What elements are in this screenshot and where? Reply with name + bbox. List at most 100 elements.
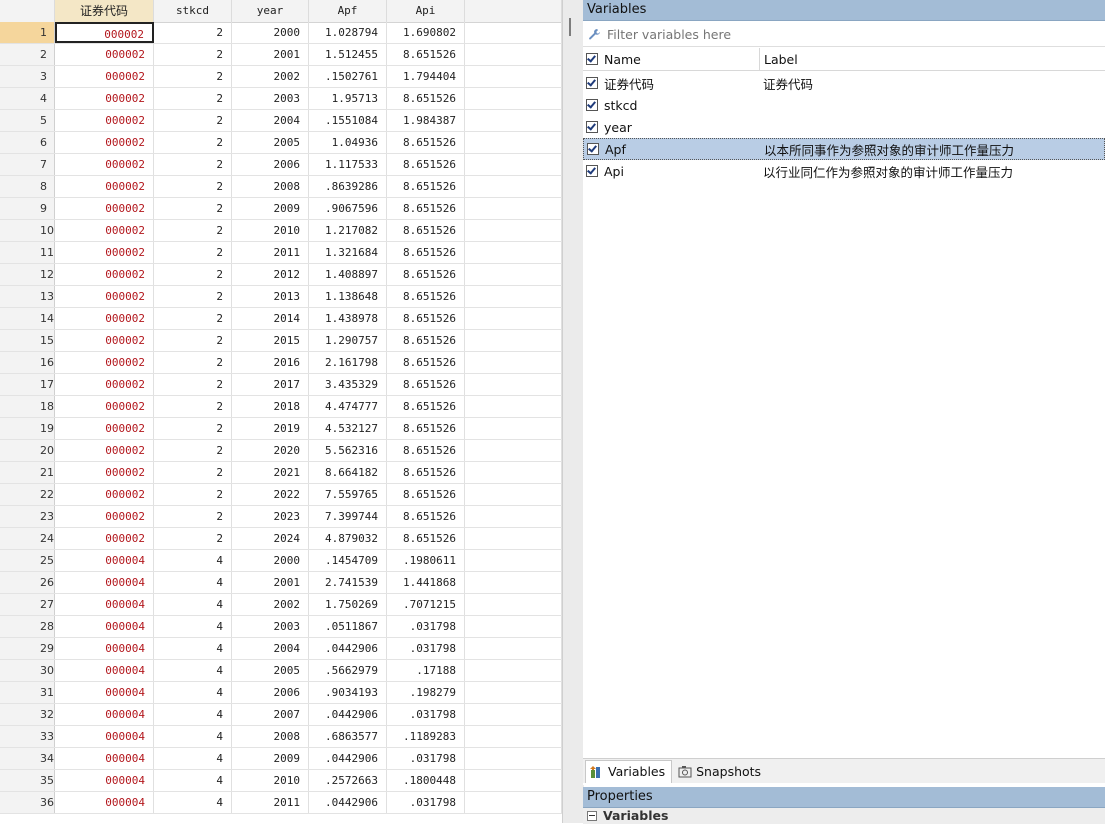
cell-year[interactable]: 2023 (232, 506, 309, 527)
cell-api[interactable]: 8.651526 (387, 418, 465, 439)
cell-stkcd[interactable]: 4 (154, 682, 232, 703)
cell-code[interactable]: 000002 (55, 176, 154, 197)
cell-empty[interactable] (465, 616, 562, 637)
cell-code[interactable]: 000002 (55, 242, 154, 263)
cell-empty[interactable] (465, 550, 562, 571)
cell-empty[interactable] (465, 176, 562, 197)
cell-empty[interactable] (465, 132, 562, 153)
cell-code[interactable]: 000002 (55, 484, 154, 505)
check-all-checkbox[interactable] (586, 53, 598, 65)
name-column-header[interactable]: Name (583, 48, 760, 70)
cell-api[interactable]: 8.651526 (387, 132, 465, 153)
splitter-grip[interactable] (569, 18, 571, 36)
cell-year[interactable]: 2014 (232, 308, 309, 329)
cell-api[interactable]: 8.651526 (387, 330, 465, 351)
grid-body[interactable]: 1 000002 2 2000 1.028794 1.690802 2 000002 2 2001… (0, 22, 562, 814)
variable-name-cell[interactable]: Api (583, 164, 759, 179)
cell-apf[interactable]: 7.399744 (309, 506, 387, 527)
cell-stkcd[interactable]: 2 (154, 154, 232, 175)
cell-api[interactable]: 1.794404 (387, 66, 465, 87)
cell-empty[interactable] (465, 418, 562, 439)
cell-empty[interactable] (465, 506, 562, 527)
cell-stkcd[interactable]: 2 (154, 308, 232, 329)
properties-section-variables[interactable]: Variables (583, 808, 1105, 824)
table-row[interactable]: 26 000004 4 2001 2.741539 1.441868 (0, 572, 562, 594)
cell-stkcd[interactable]: 4 (154, 748, 232, 769)
cell-stkcd[interactable]: 2 (154, 220, 232, 241)
cell-apf[interactable]: 1.217082 (309, 220, 387, 241)
table-row[interactable]: 2 000002 2 2001 1.512455 8.651526 (0, 44, 562, 66)
table-row[interactable]: 6 000002 2 2005 1.04936 8.651526 (0, 132, 562, 154)
cell-stkcd[interactable]: 4 (154, 594, 232, 615)
cell-apf[interactable]: 1.028794 (309, 22, 387, 43)
cell-apf[interactable]: 4.879032 (309, 528, 387, 549)
cell-year[interactable]: 2004 (232, 110, 309, 131)
cell-apf[interactable]: .2572663 (309, 770, 387, 791)
cell-year[interactable]: 2015 (232, 330, 309, 351)
cell-apf[interactable]: .1551084 (309, 110, 387, 131)
cell-api[interactable]: 1.984387 (387, 110, 465, 131)
variable-name-cell[interactable]: year (583, 120, 759, 135)
cell-code[interactable]: 000002 (55, 308, 154, 329)
cell-stkcd[interactable]: 4 (154, 704, 232, 725)
table-row[interactable]: 27 000004 4 2002 1.750269.7071215 (0, 594, 562, 616)
cell-empty[interactable] (465, 704, 562, 725)
variable-checkbox[interactable] (586, 99, 598, 111)
cell-year[interactable]: 2006 (232, 154, 309, 175)
cell-empty[interactable] (465, 770, 562, 791)
cell-api[interactable]: .031798 (387, 638, 465, 659)
cell-stkcd[interactable]: 4 (154, 638, 232, 659)
cell-stkcd[interactable]: 2 (154, 88, 232, 109)
cell-year[interactable]: 2005 (232, 132, 309, 153)
cell-apf[interactable]: 1.290757 (309, 330, 387, 351)
cell-apf[interactable]: 1.408897 (309, 264, 387, 285)
collapse-icon[interactable] (587, 811, 597, 821)
table-row[interactable]: 25 000004 4 2000.1454709.1980611 (0, 550, 562, 572)
cell-year[interactable]: 2022 (232, 484, 309, 505)
cell-stkcd[interactable]: 2 (154, 462, 232, 483)
cell-code[interactable]: 000002 (55, 22, 154, 43)
table-row[interactable]: 9 000002 2 2009.9067596 8.651526 (0, 198, 562, 220)
cell-code[interactable]: 000002 (55, 66, 154, 87)
cell-api[interactable]: 8.651526 (387, 352, 465, 373)
cell-empty[interactable] (465, 110, 562, 131)
cell-apf[interactable]: 7.559765 (309, 484, 387, 505)
cell-code[interactable]: 000004 (55, 638, 154, 659)
cell-stkcd[interactable]: 4 (154, 792, 232, 813)
cell-stkcd[interactable]: 2 (154, 22, 232, 43)
cell-empty[interactable] (465, 154, 562, 175)
cell-apf[interactable]: .9034193 (309, 682, 387, 703)
cell-empty[interactable] (465, 308, 562, 329)
variable-row[interactable]: Apf 以本所同事作为参照对象的审计师工作量压力 (583, 138, 1105, 160)
variable-checkbox[interactable] (586, 165, 598, 177)
cell-code[interactable]: 000004 (55, 748, 154, 769)
cell-empty[interactable] (465, 198, 562, 219)
cell-apf[interactable]: 3.435329 (309, 374, 387, 395)
table-row[interactable]: 12 000002 2 2012 1.408897 8.651526 (0, 264, 562, 286)
label-column-header[interactable]: Label (760, 48, 798, 70)
cell-year[interactable]: 2018 (232, 396, 309, 417)
cell-stkcd[interactable]: 2 (154, 352, 232, 373)
cell-code[interactable]: 000002 (55, 132, 154, 153)
table-row[interactable]: 10 000002 2 2010 1.217082 8.651526 (0, 220, 562, 242)
cell-code[interactable]: 000002 (55, 220, 154, 241)
cell-empty[interactable] (465, 462, 562, 483)
cell-apf[interactable]: 1.438978 (309, 308, 387, 329)
table-row[interactable]: 35 000004 4 2010.2572663.1800448 (0, 770, 562, 792)
cell-year[interactable]: 2002 (232, 594, 309, 615)
cell-stkcd[interactable]: 2 (154, 528, 232, 549)
cell-empty[interactable] (465, 440, 562, 461)
cell-year[interactable]: 2016 (232, 352, 309, 373)
variable-name-cell[interactable]: Apf (584, 142, 760, 157)
cell-empty[interactable] (465, 22, 562, 43)
table-row[interactable]: 18 000002 2 2018 4.474777 8.651526 (0, 396, 562, 418)
cell-code[interactable]: 000002 (55, 528, 154, 549)
cell-empty[interactable] (465, 220, 562, 241)
cell-apf[interactable]: .5662979 (309, 660, 387, 681)
cell-api[interactable]: 8.651526 (387, 484, 465, 505)
table-row[interactable]: 8 000002 2 2008.8639286 8.651526 (0, 176, 562, 198)
cell-api[interactable]: 8.651526 (387, 198, 465, 219)
cell-api[interactable]: .1980611 (387, 550, 465, 571)
cell-stkcd[interactable]: 2 (154, 66, 232, 87)
variable-name-cell[interactable]: stkcd (583, 98, 759, 113)
